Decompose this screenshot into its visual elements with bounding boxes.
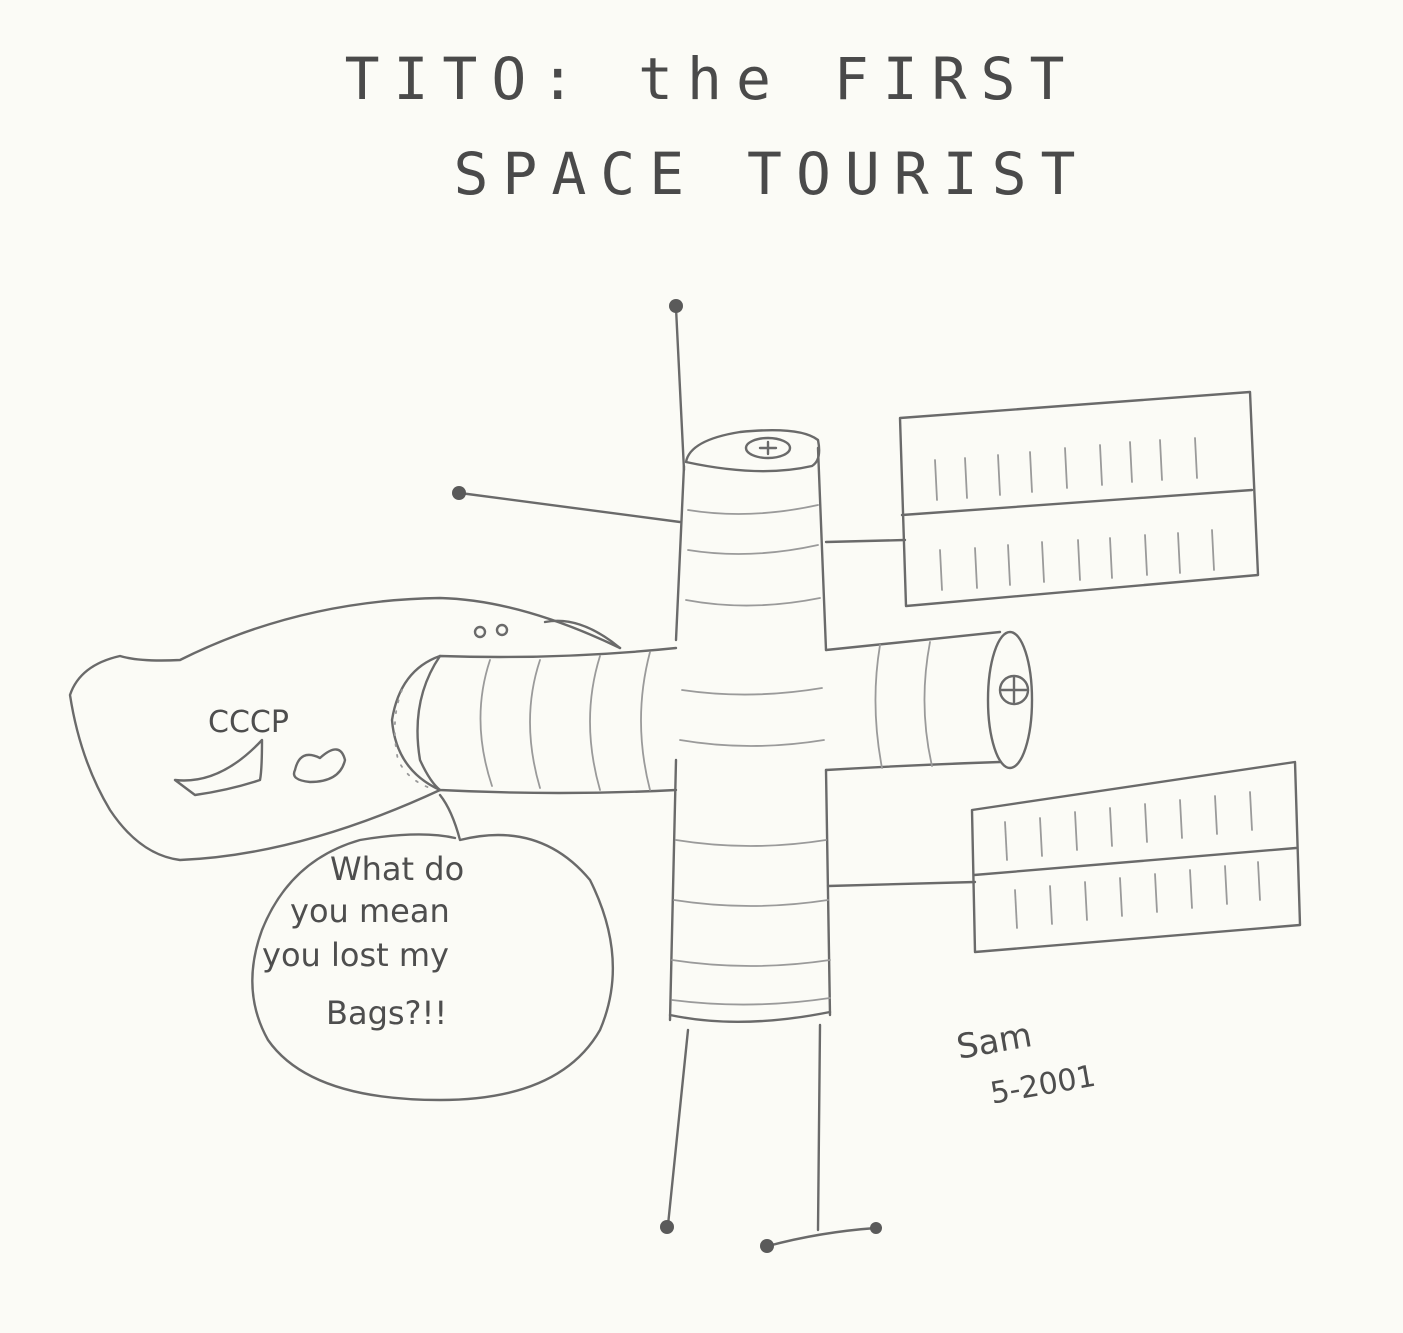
left-docking-module — [390, 646, 678, 795]
bottom-antennas — [660, 1023, 882, 1253]
signature-name: Sam — [954, 1015, 1035, 1068]
upper-solar-panel — [824, 390, 1260, 608]
space-station-drawing: CCCP What do you mean you lost my Bags?!… — [68, 299, 1302, 1253]
sketch-page: TITO: the FIRST SPACE TOURIST CCCP What … — [0, 0, 1403, 1333]
speech-line-2: you mean — [290, 892, 450, 930]
lower-solar-panel — [826, 760, 1302, 954]
spacecraft-label: CCCP — [208, 705, 289, 740]
speech-line-3: you lost my — [262, 936, 449, 974]
right-module — [824, 630, 1034, 772]
top-antenna — [669, 299, 686, 472]
central-module — [668, 429, 832, 1024]
speech-line-4: Bags?!! — [326, 994, 447, 1032]
soyuz-spacecraft: CCCP — [68, 596, 622, 862]
signature-date: 5-2001 — [988, 1059, 1099, 1112]
left-antenna — [452, 486, 682, 524]
speech-line-1: What do — [330, 850, 464, 888]
signature: Sam 5-2001 — [954, 1015, 1099, 1112]
